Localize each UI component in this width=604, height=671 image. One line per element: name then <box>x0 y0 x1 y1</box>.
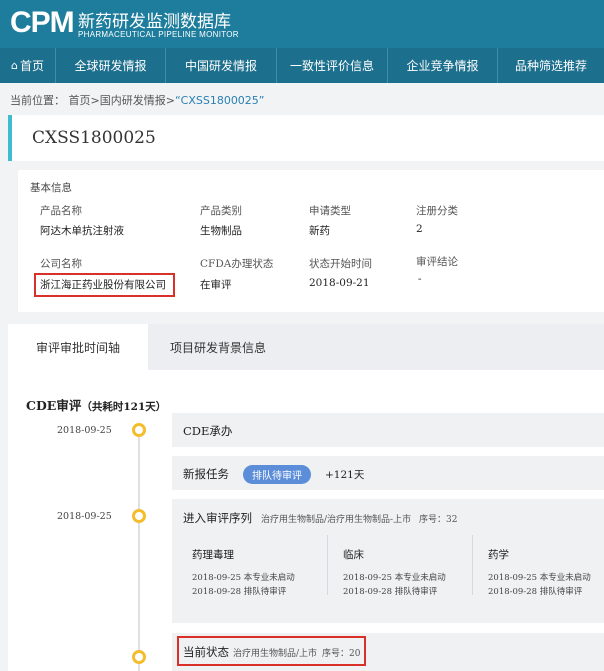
nav-consistency[interactable]: 一致性评价信息 <box>277 48 388 83</box>
event-title: CDE承办 <box>183 424 233 438</box>
pharm-tox-heading: 药理毒理 <box>192 549 234 561</box>
page-title: CXSS1800025 <box>32 128 156 148</box>
application-type-label: 申请类型 <box>309 205 351 217</box>
event-date: 2018-09-25 <box>57 511 112 522</box>
event-cde-accept: CDE承办 <box>172 413 604 447</box>
status-start-value: 2018-09-21 <box>309 277 370 289</box>
pharm-tox-line: 2018-09-28 排队待审评 <box>192 587 287 597</box>
nav-competition[interactable]: 企业竞争情报 <box>388 48 498 83</box>
event-seq: 序号：20 <box>322 649 361 659</box>
record-title-card: CXSS1800025 <box>8 115 604 161</box>
product-category-label: 产品类别 <box>200 205 242 217</box>
cde-review-duration: （共耗时121天） <box>81 401 167 413</box>
event-title: 新报任务 <box>183 467 229 481</box>
product-name-value: 阿达木单抗注射液 <box>40 225 124 237</box>
review-conclusion-label: 审评结论 <box>416 256 458 268</box>
status-start-label: 状态开始时间 <box>309 258 372 270</box>
nav-home-label: 首页 <box>19 59 44 73</box>
event-detail: 治疗用生物制品/上市 <box>233 649 318 659</box>
timeline-dot <box>132 423 146 437</box>
event-title: 当前状态 <box>183 645 229 659</box>
registration-class-value: 2 <box>416 223 423 235</box>
cfda-status-label: CFDA办理状态 <box>200 258 274 270</box>
clinical-line: 2018-09-28 排队待审评 <box>343 587 438 597</box>
timeline-axis <box>138 428 140 671</box>
cfda-status-value: 在审评 <box>200 279 232 291</box>
logo-subtitle: PHARMACEUTICAL PIPELINE MONITOR <box>78 30 239 39</box>
basic-info-heading: 基本信息 <box>30 182 72 194</box>
home-icon: ⌂ <box>11 59 18 72</box>
company-name-label: 公司名称 <box>40 258 82 270</box>
nav-global-rd[interactable]: 全球研发情报 <box>56 48 166 83</box>
event-current-status: 当前状态 治疗用生物制品/上市 序号：20 <box>172 633 604 671</box>
nav-consistency-label: 一致性评价信息 <box>289 59 374 73</box>
registration-class-label: 注册分类 <box>416 205 458 217</box>
clinical-heading: 临床 <box>343 549 364 561</box>
pharmacy-line: 2018-09-28 排队待审评 <box>488 587 583 597</box>
clinical-line: 2018-09-25 本专业未启动 <box>343 573 446 583</box>
review-conclusion-value: - <box>418 273 422 285</box>
event-detail: 治疗用生物制品/治疗用生物制品-上市 <box>261 515 412 525</box>
nav-home[interactable]: ⌂ 首页 <box>0 48 56 83</box>
event-new-task: 新报任务 排队待审评 +121天 <box>172 456 604 490</box>
logo-mark: CPM <box>10 6 75 39</box>
pharm-tox-line: 2018-09-25 本专业未启动 <box>192 573 295 583</box>
nav-global-rd-label: 全球研发情报 <box>74 59 147 73</box>
tab-project-background[interactable]: 项目研发背景信息 <box>148 324 288 370</box>
pharmacy-line: 2018-09-25 本专业未启动 <box>488 573 591 583</box>
logo-title: 新药研发监测数据库 <box>78 12 231 32</box>
nav-screening[interactable]: 品种筛选推荐 <box>498 48 604 83</box>
status-badge: 排队待审评 <box>243 465 311 484</box>
column-divider <box>327 535 328 595</box>
basic-info-card: 基本信息 产品名称 阿达木单抗注射液 产品类别 生物制品 申请类型 新药 注册分… <box>18 170 604 312</box>
event-date: 2018-09-25 <box>57 425 112 436</box>
company-name-value[interactable]: 浙江海正药业股份有限公司 <box>40 277 166 292</box>
breadcrumb-path[interactable]: 当前位置： 首页>国内研发情报> <box>10 94 175 107</box>
nav-screening-label: 品种筛选推荐 <box>514 59 587 73</box>
breadcrumb-current: “CXSS1800025” <box>174 94 265 107</box>
cde-review-title: CDE审评 <box>26 398 82 413</box>
product-category-value: 生物制品 <box>200 225 242 237</box>
nav-china-rd[interactable]: 中国研发情报 <box>166 48 277 83</box>
timeline-dot <box>132 509 146 523</box>
event-seq: 序号：32 <box>419 515 458 525</box>
event-title: 进入审评序列 <box>183 511 252 525</box>
nav-china-rd-label: 中国研发情报 <box>184 59 257 73</box>
event-duration: +121天 <box>325 469 365 481</box>
product-name-label: 产品名称 <box>40 205 82 217</box>
application-type-value: 新药 <box>309 225 330 237</box>
tab-bar: 审评审批时间轴 项目研发背景信息 <box>8 324 604 370</box>
timeline-dot <box>132 650 146 664</box>
tab-review-timeline[interactable]: 审评审批时间轴 <box>8 324 148 370</box>
pharmacy-heading: 药学 <box>488 549 509 561</box>
event-review-sequence: 进入审评序列 治疗用生物制品/治疗用生物制品-上市 序号：32 药理毒理 201… <box>172 499 604 623</box>
nav-competition-label: 企业竞争情报 <box>406 59 479 73</box>
cde-review-heading: CDE审评（共耗时121天） <box>26 395 166 414</box>
column-divider <box>472 535 473 595</box>
main-nav: ⌂ 首页 全球研发情报 中国研发情报 一致性评价信息 企业竞争情报 品种筛选推荐 <box>0 48 604 83</box>
breadcrumb: 当前位置： 首页>国内研发情报>“CXSS1800025” <box>10 92 265 108</box>
app-header: CPM 新药研发监测数据库 PHARMACEUTICAL PIPELINE MO… <box>0 0 604 48</box>
